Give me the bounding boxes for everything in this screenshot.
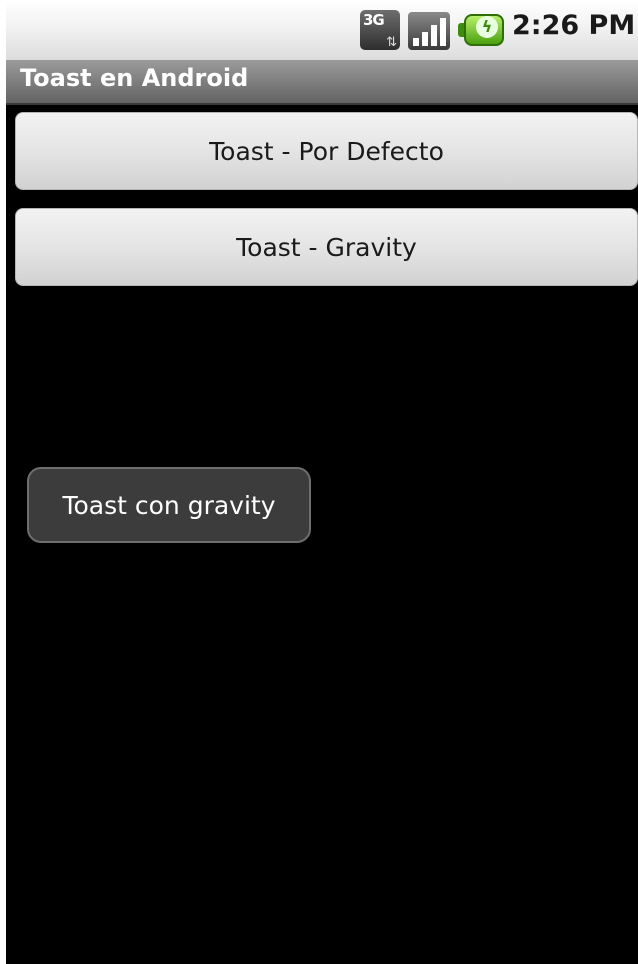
toast-default-button[interactable]: Toast - Por Defecto <box>15 112 638 190</box>
charging-bolt-icon: ϟ <box>476 16 498 38</box>
3g-data-icon: 3G ⇅ <box>360 10 400 50</box>
app-title: Toast en Android <box>20 64 249 92</box>
status-time: 2:26 PM <box>512 10 636 41</box>
signal-bar-3 <box>431 25 437 46</box>
data-activity-arrows-icon: ⇅ <box>386 35 397 50</box>
signal-bar-2 <box>422 32 428 46</box>
signal-bar-1 <box>413 38 419 46</box>
battery-charging-icon: ϟ <box>458 14 504 46</box>
app-title-bar: Toast en Android <box>6 61 638 105</box>
signal-bar-4 <box>440 18 446 46</box>
device-screen: 3G ⇅ ϟ 2:26 PM Toast en Android Toast - … <box>6 0 638 964</box>
signal-strength-icon <box>408 12 450 50</box>
toast-message: Toast con gravity <box>27 467 311 543</box>
status-bar: 3G ⇅ ϟ 2:26 PM <box>6 0 638 61</box>
network-type-label: 3G <box>363 11 385 29</box>
toast-gravity-button[interactable]: Toast - Gravity <box>15 208 638 286</box>
